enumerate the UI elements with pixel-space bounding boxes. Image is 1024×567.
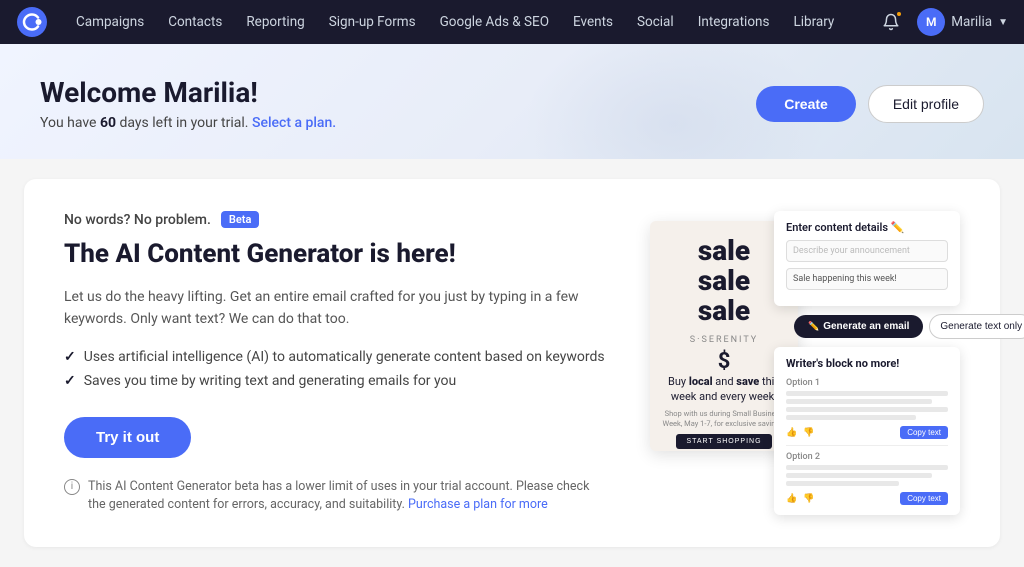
avatar: M bbox=[917, 8, 945, 36]
navbar: Campaigns Contacts Reporting Sign-up For… bbox=[0, 0, 1024, 44]
main-content: No words? No problem. Beta The AI Conten… bbox=[0, 159, 1024, 567]
logo[interactable] bbox=[16, 6, 48, 38]
ai-tag-row: No words? No problem. Beta bbox=[64, 211, 610, 228]
poster-sub-text: Shop with us during Small Business Week,… bbox=[660, 409, 788, 429]
hero-actions: Create Edit profile bbox=[756, 85, 984, 123]
feature-item: Saves you time by writing text and gener… bbox=[64, 373, 610, 389]
content-details-title: Enter content details ✏️ bbox=[786, 221, 948, 234]
option2-actions: 👍 👎 Copy text bbox=[786, 492, 948, 505]
poster-brand: S·SERENITY bbox=[690, 335, 758, 345]
details-input[interactable]: Sale happening this week! bbox=[786, 268, 948, 290]
edit-profile-button[interactable]: Edit profile bbox=[868, 85, 984, 123]
hero-title: Welcome Marilia! bbox=[40, 76, 336, 109]
notification-dot bbox=[895, 10, 903, 18]
nav-item-integrations[interactable]: Integrations bbox=[686, 0, 782, 44]
chevron-down-icon: ▼ bbox=[998, 17, 1008, 28]
create-button[interactable]: Create bbox=[756, 86, 856, 122]
notice-text: This AI Content Generator beta has a low… bbox=[88, 478, 610, 516]
ai-content-generator-card: No words? No problem. Beta The AI Conten… bbox=[24, 179, 1000, 547]
hero-section: Welcome Marilia! You have 60 days left i… bbox=[0, 44, 1024, 159]
announcement-input[interactable]: Describe your announcement bbox=[786, 240, 948, 262]
hero-text: Welcome Marilia! You have 60 days left i… bbox=[40, 76, 336, 131]
thumbs-down-icon-2[interactable]: 👎 bbox=[803, 494, 814, 504]
nav-item-contacts[interactable]: Contacts bbox=[156, 0, 234, 44]
option1-text bbox=[786, 391, 948, 420]
thumbs-up-icon[interactable]: 👍 bbox=[786, 428, 797, 438]
feature-item: Uses artificial intelligence (AI) to aut… bbox=[64, 349, 610, 365]
option1-actions: 👍 👎 Copy text bbox=[786, 426, 948, 439]
generate-text-button[interactable]: Generate text only bbox=[929, 314, 1024, 339]
divider bbox=[786, 445, 948, 446]
copy-text-button-2[interactable]: Copy text bbox=[900, 492, 948, 505]
generator-panel: Enter content details ✏️ Describe your a… bbox=[774, 211, 960, 515]
ai-features-list: Uses artificial intelligence (AI) to aut… bbox=[64, 349, 610, 389]
nav-item-library[interactable]: Library bbox=[781, 0, 846, 44]
user-menu[interactable]: M Marilia ▼ bbox=[917, 8, 1008, 36]
nav-item-events[interactable]: Events bbox=[561, 0, 625, 44]
writers-block-box: Writer's block no more! Option 1 👍 👎 bbox=[774, 347, 960, 515]
nav-item-google-ads-seo[interactable]: Google Ads & SEO bbox=[428, 0, 561, 44]
content-details-box: Enter content details ✏️ Describe your a… bbox=[774, 211, 960, 306]
nav-item-campaigns[interactable]: Campaigns bbox=[64, 0, 156, 44]
trial-days: 60 bbox=[100, 115, 116, 131]
thumbs-down-icon[interactable]: 👎 bbox=[803, 428, 814, 438]
poster-cta: Buy local and save this week and every w… bbox=[660, 374, 788, 405]
option2-label: Option 2 bbox=[786, 452, 948, 462]
generate-buttons-row: ✏️ Generate an email Generate text only bbox=[794, 314, 960, 339]
info-icon: i bbox=[64, 479, 80, 495]
nav-item-social[interactable]: Social bbox=[625, 0, 686, 44]
beta-badge: Beta bbox=[221, 211, 260, 228]
option1-label: Option 1 bbox=[786, 378, 948, 388]
ai-visual-section: sale sale sale S·SERENITY $ Buy local an… bbox=[650, 211, 960, 491]
nav-item-signup-forms[interactable]: Sign-up Forms bbox=[317, 0, 428, 44]
copy-text-button[interactable]: Copy text bbox=[900, 426, 948, 439]
username: Marilia bbox=[951, 14, 992, 30]
poster-shop-button[interactable]: START SHOPPING bbox=[676, 434, 771, 449]
pen-icon: ✏️ bbox=[808, 321, 819, 332]
ai-title: The AI Content Generator is here! bbox=[64, 238, 610, 272]
ai-tag-text: No words? No problem. bbox=[64, 212, 211, 228]
generate-email-button[interactable]: ✏️ Generate an email bbox=[794, 315, 923, 338]
ai-description-text: Let us do the heavy lifting. Get an enti… bbox=[64, 286, 610, 331]
ai-description: No words? No problem. Beta The AI Conten… bbox=[64, 211, 610, 515]
option2-text bbox=[786, 465, 948, 486]
ai-notice: i This AI Content Generator beta has a l… bbox=[64, 478, 610, 516]
thumbs-up-icon-2[interactable]: 👍 bbox=[786, 494, 797, 504]
try-it-out-button[interactable]: Try it out bbox=[64, 417, 191, 458]
notifications-bell[interactable] bbox=[877, 8, 905, 36]
writers-block-title: Writer's block no more! bbox=[786, 357, 948, 370]
hero-subtitle: You have 60 days left in your trial. Sel… bbox=[40, 115, 336, 131]
purchase-plan-link[interactable]: Purchase a plan for more bbox=[408, 497, 548, 512]
nav-item-reporting[interactable]: Reporting bbox=[234, 0, 316, 44]
select-plan-link[interactable]: Select a plan. bbox=[252, 115, 336, 131]
